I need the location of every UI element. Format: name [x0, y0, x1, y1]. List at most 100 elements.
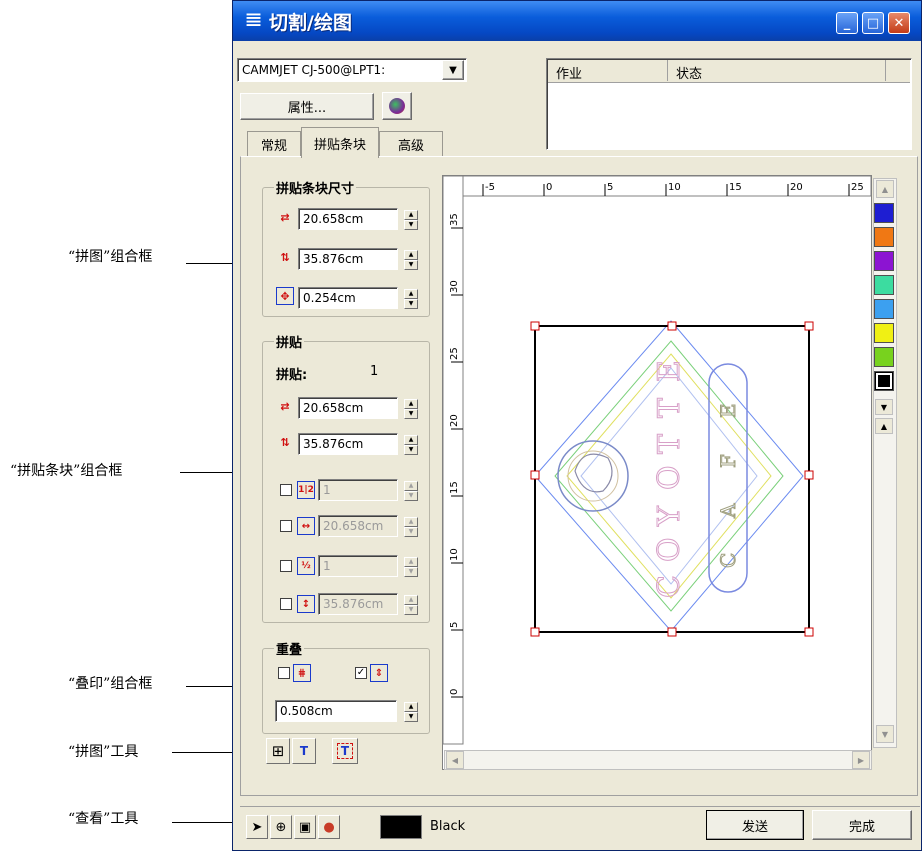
image-icon: ▣: [298, 819, 312, 835]
tiles-across-field[interactable]: 1: [318, 479, 398, 501]
overlap-vertical-checkbox[interactable]: ✓: [355, 667, 367, 679]
printer-value: CAMMJET CJ-500@LPT1:: [242, 63, 386, 77]
tiles-down-field[interactable]: 1: [318, 555, 398, 577]
ruler-y-label: 30: [449, 280, 460, 293]
annotation-tile-group: “拼贴条块”组合框: [10, 463, 123, 479]
cursor-arrow-icon: ➤: [251, 819, 263, 835]
tiles-across-checkbox[interactable]: [280, 484, 292, 496]
tile-size-title: 拼贴条块尺寸: [274, 178, 357, 197]
color-search-icon: ●: [323, 819, 335, 835]
palette-swatch[interactable]: [874, 371, 894, 391]
tiling-height-field[interactable]: 35.876cm: [298, 433, 398, 455]
ruler-y-label: 5: [449, 622, 460, 628]
properties-button[interactable]: 属性...: [240, 93, 374, 120]
palette-swatch[interactable]: [874, 299, 894, 319]
ruler-y-label: 25: [449, 347, 460, 360]
tiling-width-field[interactable]: 20.658cm: [298, 397, 398, 419]
palette-swatch[interactable]: [874, 227, 894, 247]
scroll-up-button[interactable]: ▲: [876, 180, 894, 198]
horizontal-ruler: [442, 175, 872, 197]
palette-up-button[interactable]: ▲: [875, 418, 893, 434]
done-button[interactable]: 完成: [812, 810, 912, 840]
palette-swatch[interactable]: [874, 323, 894, 343]
tiles-down-checkbox[interactable]: [280, 560, 292, 572]
artwork: ETTOYOC EFAC: [534, 320, 804, 632]
overlap-value-field[interactable]: 0.508cm: [275, 700, 397, 722]
artwork-letter: F: [716, 454, 740, 468]
tile-height-checkbox[interactable]: [280, 598, 292, 610]
chevron-down-icon[interactable]: ▼: [442, 60, 464, 80]
artwork-letter: E: [652, 360, 687, 382]
current-color-swatch[interactable]: [380, 815, 422, 839]
palette-swatch[interactable]: [874, 275, 894, 295]
horizontal-scrollbar[interactable]: [444, 750, 872, 770]
tile-count-value: 1: [370, 364, 379, 379]
palette-swatch[interactable]: [874, 251, 894, 271]
overlap-value-stepper[interactable]: ▲ ▼: [404, 702, 418, 722]
ruler-x-label: 10: [668, 182, 681, 193]
artwork-letter: O: [652, 465, 687, 490]
tiling-height-stepper[interactable]: ▲ ▼: [404, 435, 418, 455]
artwork-letter: T: [652, 434, 687, 454]
artwork-letters-right: E F A C: [716, 403, 741, 569]
select-tile-tool-button[interactable]: T: [332, 738, 358, 764]
zoom-tool-button[interactable]: ⊕: [270, 815, 292, 839]
tile-height-option-field[interactable]: 35.876cm: [318, 593, 398, 615]
tile-width-checkbox[interactable]: [280, 520, 292, 532]
pointer-tool-button[interactable]: ➤: [246, 815, 268, 839]
ruler-x-label: 0: [546, 182, 552, 193]
tab-advanced[interactable]: 高级: [379, 131, 443, 156]
ruler-x-label: 15: [729, 182, 742, 193]
margin-icon: ✥: [276, 287, 294, 305]
annotation-puzzle-tools: “拼图”工具: [68, 744, 139, 760]
ruler-x-label: 20: [790, 182, 803, 193]
vertical-ruler: [442, 175, 464, 745]
job-column-header[interactable]: 作业: [548, 60, 668, 82]
preview-tool-button[interactable]: ▣: [294, 815, 316, 839]
annotation-line: [186, 263, 238, 264]
tile-width-field[interactable]: 20.658cm: [298, 208, 398, 230]
ruler-y-label: 20: [449, 414, 460, 427]
minimize-button[interactable]: _: [836, 12, 858, 34]
tile-width-stepper[interactable]: ▲ ▼: [404, 210, 418, 230]
tiles-across-stepper[interactable]: ▲ ▼: [404, 481, 418, 501]
tile-width-option-field[interactable]: 20.658cm: [318, 515, 398, 537]
height-icon: ⇅: [280, 435, 290, 449]
artwork-letter: C: [716, 553, 740, 568]
height-icon: ⇅: [280, 250, 290, 264]
color-picker-tool-button[interactable]: ●: [318, 815, 340, 839]
title-bar[interactable]: 𝌆 切割/绘图 _ □ ✕: [233, 1, 921, 41]
printer-select[interactable]: CAMMJET CJ-500@LPT1: ▼: [237, 58, 467, 82]
palette-swatch[interactable]: [874, 347, 894, 367]
status-column-header[interactable]: 状态: [668, 60, 886, 82]
ruler-y-label: 10: [449, 548, 460, 561]
close-button[interactable]: ✕: [888, 12, 910, 34]
tile-width-option-stepper[interactable]: ▲ ▼: [404, 517, 418, 537]
tile-height-field[interactable]: 35.876cm: [298, 248, 398, 270]
tile-height-option-stepper[interactable]: ▲ ▼: [404, 595, 418, 615]
tab-general[interactable]: 常规: [247, 131, 301, 156]
scroll-right-button[interactable]: ▶: [852, 751, 870, 769]
tile-height-stepper[interactable]: ▲ ▼: [404, 250, 418, 270]
tile-layout-tool-button[interactable]: ⊞: [266, 738, 290, 764]
palette-down-button[interactable]: ▼: [875, 399, 893, 415]
tile-margin-stepper[interactable]: ▲ ▼: [404, 289, 418, 309]
palette-swatch[interactable]: [874, 203, 894, 223]
overlap-title: 重叠: [274, 639, 305, 658]
tile-margin-field[interactable]: 0.254cm: [298, 287, 398, 309]
maximize-button[interactable]: □: [862, 12, 884, 34]
tiles-down-stepper[interactable]: ▲ ▼: [404, 557, 418, 577]
artwork-letter: A: [716, 503, 740, 519]
overlap-horizontal-checkbox[interactable]: [278, 667, 290, 679]
scroll-left-button[interactable]: ◀: [446, 751, 464, 769]
color-profile-button[interactable]: [382, 92, 412, 120]
tab-tiling[interactable]: 拼贴条块: [301, 127, 379, 158]
send-button[interactable]: 发送: [706, 810, 804, 840]
tiling-width-stepper[interactable]: ▲ ▼: [404, 399, 418, 419]
annotation-line: [180, 472, 238, 473]
ruler-x-label: 5: [607, 182, 613, 193]
jobs-list[interactable]: 作业 状态: [546, 58, 912, 150]
move-tile-tool-button[interactable]: T: [292, 738, 316, 764]
scroll-down-button[interactable]: ▼: [876, 725, 894, 743]
preview-canvas[interactable]: -5 0 5 10 15 20 25 35 30 25 20 15 10 5 0 ETTOYOC EFAC: [442, 175, 872, 770]
